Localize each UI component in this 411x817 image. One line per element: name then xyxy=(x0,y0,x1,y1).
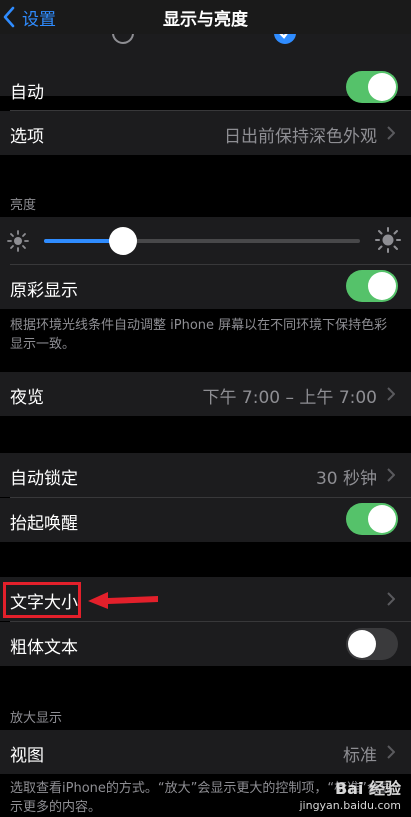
brightness-slider[interactable] xyxy=(44,227,360,255)
bold-text-toggle[interactable] xyxy=(346,628,398,660)
watermark-logo: Bai 经验 xyxy=(334,779,401,798)
true-tone-toggle[interactable] xyxy=(346,270,398,302)
raise-to-wake-toggle[interactable] xyxy=(346,503,398,535)
chevron-right-icon xyxy=(387,126,395,140)
dark-mode-radio[interactable] xyxy=(274,34,296,44)
toggle-knob xyxy=(368,73,396,101)
options-value: 日出前保持深色外观 xyxy=(224,127,377,147)
true-tone-footer: 根据环境光线条件自动调整 iPhone 屏幕以在不同环境下保持色彩显示一致。 xyxy=(10,318,388,352)
raise-to-wake-label: 抬起唤醒 xyxy=(10,514,78,534)
chevron-right-icon xyxy=(387,745,395,759)
display-zoom-header: 放大显示 xyxy=(10,711,63,726)
true-tone-row: 原彩显示 xyxy=(0,265,411,309)
view-row[interactable]: 视图 标准 xyxy=(0,730,411,774)
text-size-highlight-box xyxy=(3,582,81,618)
auto-lock-label: 自动锁定 xyxy=(10,469,78,489)
night-shift-row[interactable]: 夜览 下午 7:00 – 上午 7:00 xyxy=(0,372,411,416)
navigation-bar: 设置 显示与亮度 xyxy=(0,0,411,34)
chevron-right-icon xyxy=(387,387,395,401)
night-shift-value: 下午 7:00 – 上午 7:00 xyxy=(202,388,377,408)
bold-text-label: 粗体文本 xyxy=(10,638,78,658)
auto-label: 自动 xyxy=(10,83,44,103)
auto-lock-row[interactable]: 自动锁定 30 秒钟 xyxy=(0,453,411,497)
toggle-knob xyxy=(368,272,396,300)
options-label: 选项 xyxy=(10,127,44,147)
watermark: Bai 经验 jingyan.baidu.com xyxy=(299,775,401,812)
options-row[interactable]: 选项 日出前保持深色外观 xyxy=(0,111,411,155)
night-shift-label: 夜览 xyxy=(10,388,44,408)
view-value: 标准 xyxy=(343,746,377,766)
brightness-header: 亮度 xyxy=(10,198,37,213)
true-tone-label: 原彩显示 xyxy=(10,281,78,301)
bold-text-row: 粗体文本 xyxy=(0,622,411,666)
chevron-right-icon xyxy=(387,592,395,606)
watermark-url: jingyan.baidu.com xyxy=(299,799,401,812)
toggle-knob xyxy=(368,505,396,533)
auto-appearance-row: 自动 xyxy=(0,52,411,103)
red-arrow-icon xyxy=(88,592,158,609)
brightness-thumb[interactable] xyxy=(109,227,137,255)
sun-large-icon xyxy=(375,227,401,253)
toggle-knob xyxy=(348,630,376,658)
appearance-selector xyxy=(0,34,411,52)
sun-small-icon xyxy=(7,230,29,252)
auto-appearance-toggle[interactable] xyxy=(346,71,398,103)
page-title: 显示与亮度 xyxy=(163,10,248,30)
view-label: 视图 xyxy=(10,746,44,766)
auto-lock-value: 30 秒钟 xyxy=(315,469,377,489)
chevron-right-icon xyxy=(387,468,395,482)
checkmark-icon xyxy=(279,34,288,39)
raise-to-wake-row: 抬起唤醒 xyxy=(0,498,411,542)
light-mode-radio[interactable] xyxy=(112,34,134,44)
